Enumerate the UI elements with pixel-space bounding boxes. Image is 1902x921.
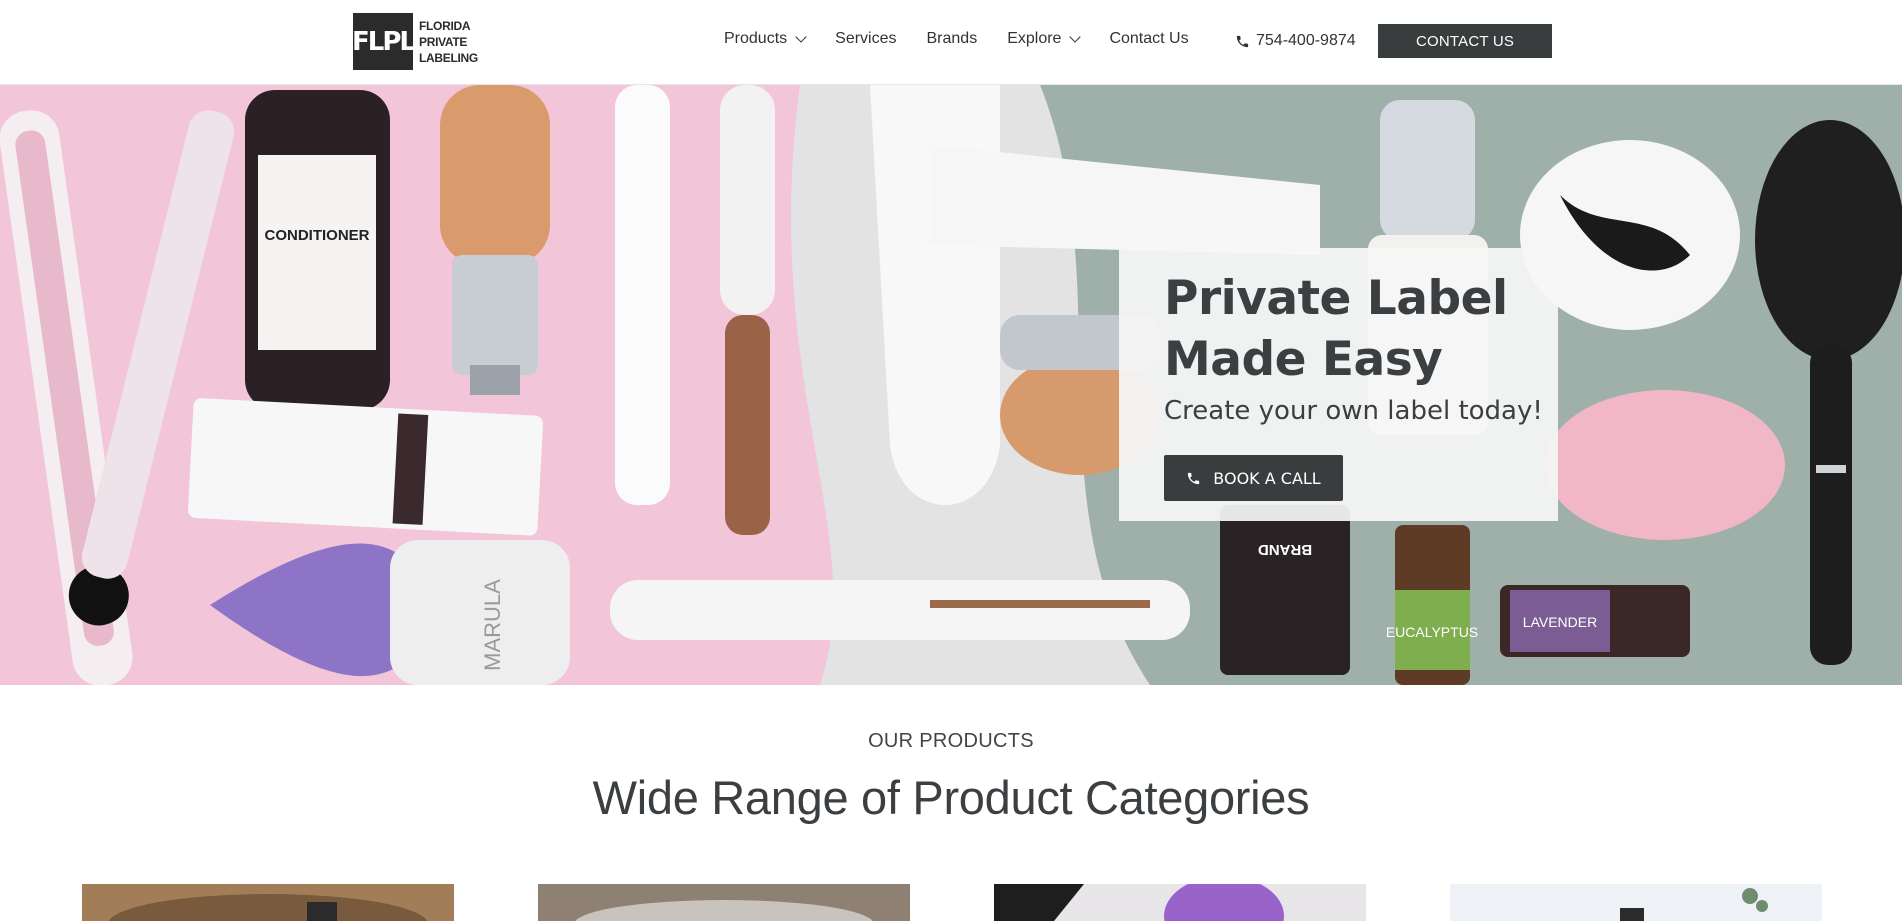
product-category-cards bbox=[0, 884, 1902, 921]
nav-item-label: Explore bbox=[1007, 30, 1062, 47]
book-a-call-label: BOOK A CALL bbox=[1213, 468, 1321, 488]
nav-item-contact[interactable]: Contact Us bbox=[1109, 30, 1188, 48]
nav-item-services[interactable]: Services bbox=[835, 30, 896, 48]
phone-icon bbox=[1236, 35, 1249, 47]
hero-subtitle: Create your own label today! bbox=[1164, 396, 1543, 426]
category-card[interactable] bbox=[82, 884, 454, 921]
site-header: FLPL FLORIDA PRIVATE LABELING Products S… bbox=[0, 0, 1902, 85]
chevron-down-icon bbox=[1069, 31, 1082, 43]
brand-label: BRAND bbox=[1258, 541, 1312, 558]
logo-mark: FLPL bbox=[352, 13, 416, 70]
nav-item-brands[interactable]: Brands bbox=[927, 30, 978, 48]
category-image bbox=[538, 884, 910, 921]
contact-us-button[interactable]: CONTACT US bbox=[1378, 24, 1552, 58]
nav-item-label: Contact Us bbox=[1109, 30, 1189, 47]
main-nav: Products Services Brands Explore Contact… bbox=[724, 30, 1219, 48]
logo-text: FLORIDA PRIVATE LABELING bbox=[419, 18, 478, 66]
products-title: Wide Range of Product Categories bbox=[592, 771, 1310, 824]
nav-item-products[interactable]: Products bbox=[724, 30, 807, 48]
lavender-label: LAVENDER bbox=[1523, 614, 1597, 630]
category-card[interactable] bbox=[994, 884, 1366, 921]
hero-title-line-2: Made Easy bbox=[1164, 332, 1443, 387]
logo-line-2: PRIVATE bbox=[419, 34, 468, 49]
marula-label: MARULA bbox=[480, 579, 505, 671]
hero-product-collage: CONDITIONER MARULA BRAND EUCALYPTUS LAVE… bbox=[0, 85, 1902, 685]
conditioner-label: CONDITIONER bbox=[265, 227, 370, 244]
phone-number: 754-400-9874 bbox=[1256, 32, 1356, 49]
phone-link[interactable]: 754-400-9874 bbox=[1235, 32, 1356, 50]
hero-title-line-1: Private Label bbox=[1164, 271, 1508, 326]
hero-text-panel: Private Label Made Easy Create your own … bbox=[1119, 248, 1558, 521]
phone-icon bbox=[1188, 472, 1200, 484]
hero-banner: CONDITIONER MARULA BRAND EUCALYPTUS LAVE… bbox=[0, 85, 1902, 685]
nav-item-label: Brands bbox=[926, 30, 978, 47]
category-image bbox=[994, 884, 1366, 921]
chevron-down-icon bbox=[795, 31, 807, 43]
hero-title: Private Label Made Easy bbox=[1164, 268, 1508, 390]
category-card[interactable] bbox=[538, 884, 910, 921]
site-logo[interactable]: FLPL FLORIDA PRIVATE LABELING bbox=[352, 13, 478, 70]
nav-item-explore[interactable]: Explore bbox=[1007, 30, 1082, 48]
nav-item-label: Products bbox=[724, 30, 788, 47]
logo-line-1: FLORIDA bbox=[419, 18, 471, 33]
nav-item-label: Services bbox=[835, 30, 897, 47]
products-eyebrow: OUR PRODUCTS bbox=[868, 730, 1034, 752]
eucalyptus-label: EUCALYPTUS bbox=[1386, 624, 1478, 640]
category-image bbox=[1450, 884, 1822, 921]
book-a-call-button[interactable]: BOOK A CALL bbox=[1164, 455, 1343, 501]
logo-line-3: LABELING bbox=[419, 50, 478, 65]
category-card[interactable] bbox=[1450, 884, 1822, 921]
category-image bbox=[82, 884, 454, 921]
